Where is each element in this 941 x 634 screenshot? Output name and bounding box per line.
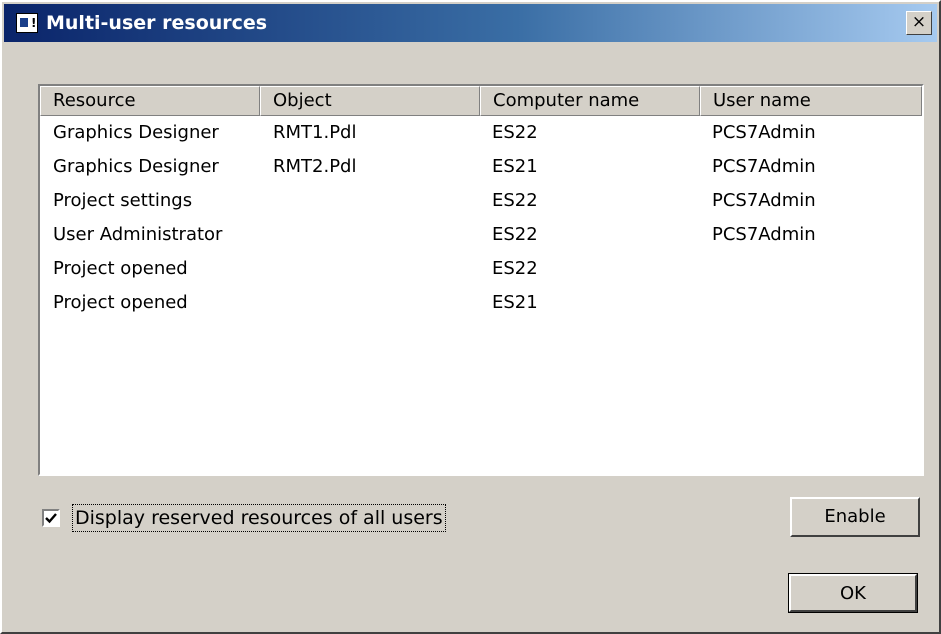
- enable-button[interactable]: Enable: [790, 497, 920, 537]
- table-row[interactable]: Graphics Designer RMT2.Pdl ES21 PCS7Admi…: [40, 150, 922, 184]
- title-bar[interactable]: ! Multi-user resources ×: [4, 4, 937, 42]
- table-row[interactable]: Project opened ES21: [40, 286, 922, 320]
- cell-computer-name: ES22: [492, 258, 538, 279]
- app-window-icon: !: [16, 13, 38, 33]
- cell-resource: User Administrator: [53, 224, 223, 245]
- cell-user-name: PCS7Admin: [712, 156, 816, 177]
- cell-computer-name: ES22: [492, 190, 538, 211]
- display-all-users-checkbox[interactable]: [42, 509, 60, 527]
- table-row[interactable]: Graphics Designer RMT1.Pdl ES22 PCS7Admi…: [40, 116, 922, 150]
- cell-user-name: PCS7Admin: [712, 224, 816, 245]
- table-row[interactable]: User Administrator ES22 PCS7Admin: [40, 218, 922, 252]
- column-header-object[interactable]: Object: [260, 86, 480, 116]
- cell-resource: Graphics Designer: [53, 156, 219, 177]
- column-header-resource[interactable]: Resource: [40, 86, 260, 116]
- cell-resource: Graphics Designer: [53, 122, 219, 143]
- checkmark-icon: [45, 513, 57, 524]
- table-row[interactable]: Project opened ES22: [40, 252, 922, 286]
- table-row[interactable]: Project settings ES22 PCS7Admin: [40, 184, 922, 218]
- column-header-computer-name[interactable]: Computer name: [480, 86, 700, 116]
- cell-user-name: PCS7Admin: [712, 190, 816, 211]
- list-header: Resource Object Computer name User name: [40, 86, 922, 116]
- ok-button[interactable]: OK: [788, 573, 918, 613]
- cell-user-name: PCS7Admin: [712, 122, 816, 143]
- cell-resource: Project settings: [53, 190, 193, 211]
- multi-user-resources-dialog: ! Multi-user resources × Resource Object…: [0, 0, 941, 634]
- cell-object: RMT1.Pdl: [273, 122, 357, 143]
- cell-computer-name: ES21: [492, 292, 538, 313]
- cell-computer-name: ES21: [492, 156, 538, 177]
- cell-resource: Project opened: [53, 292, 188, 313]
- cell-resource: Project opened: [53, 258, 188, 279]
- close-button[interactable]: ×: [906, 11, 932, 35]
- column-header-user-name[interactable]: User name: [700, 86, 922, 116]
- display-all-users-label[interactable]: Display reserved resources of all users: [72, 504, 446, 532]
- cell-object: RMT2.Pdl: [273, 156, 357, 177]
- resources-list[interactable]: Resource Object Computer name User name …: [38, 84, 924, 476]
- cell-computer-name: ES22: [492, 122, 538, 143]
- dialog-title: Multi-user resources: [46, 12, 268, 34]
- cell-computer-name: ES22: [492, 224, 538, 245]
